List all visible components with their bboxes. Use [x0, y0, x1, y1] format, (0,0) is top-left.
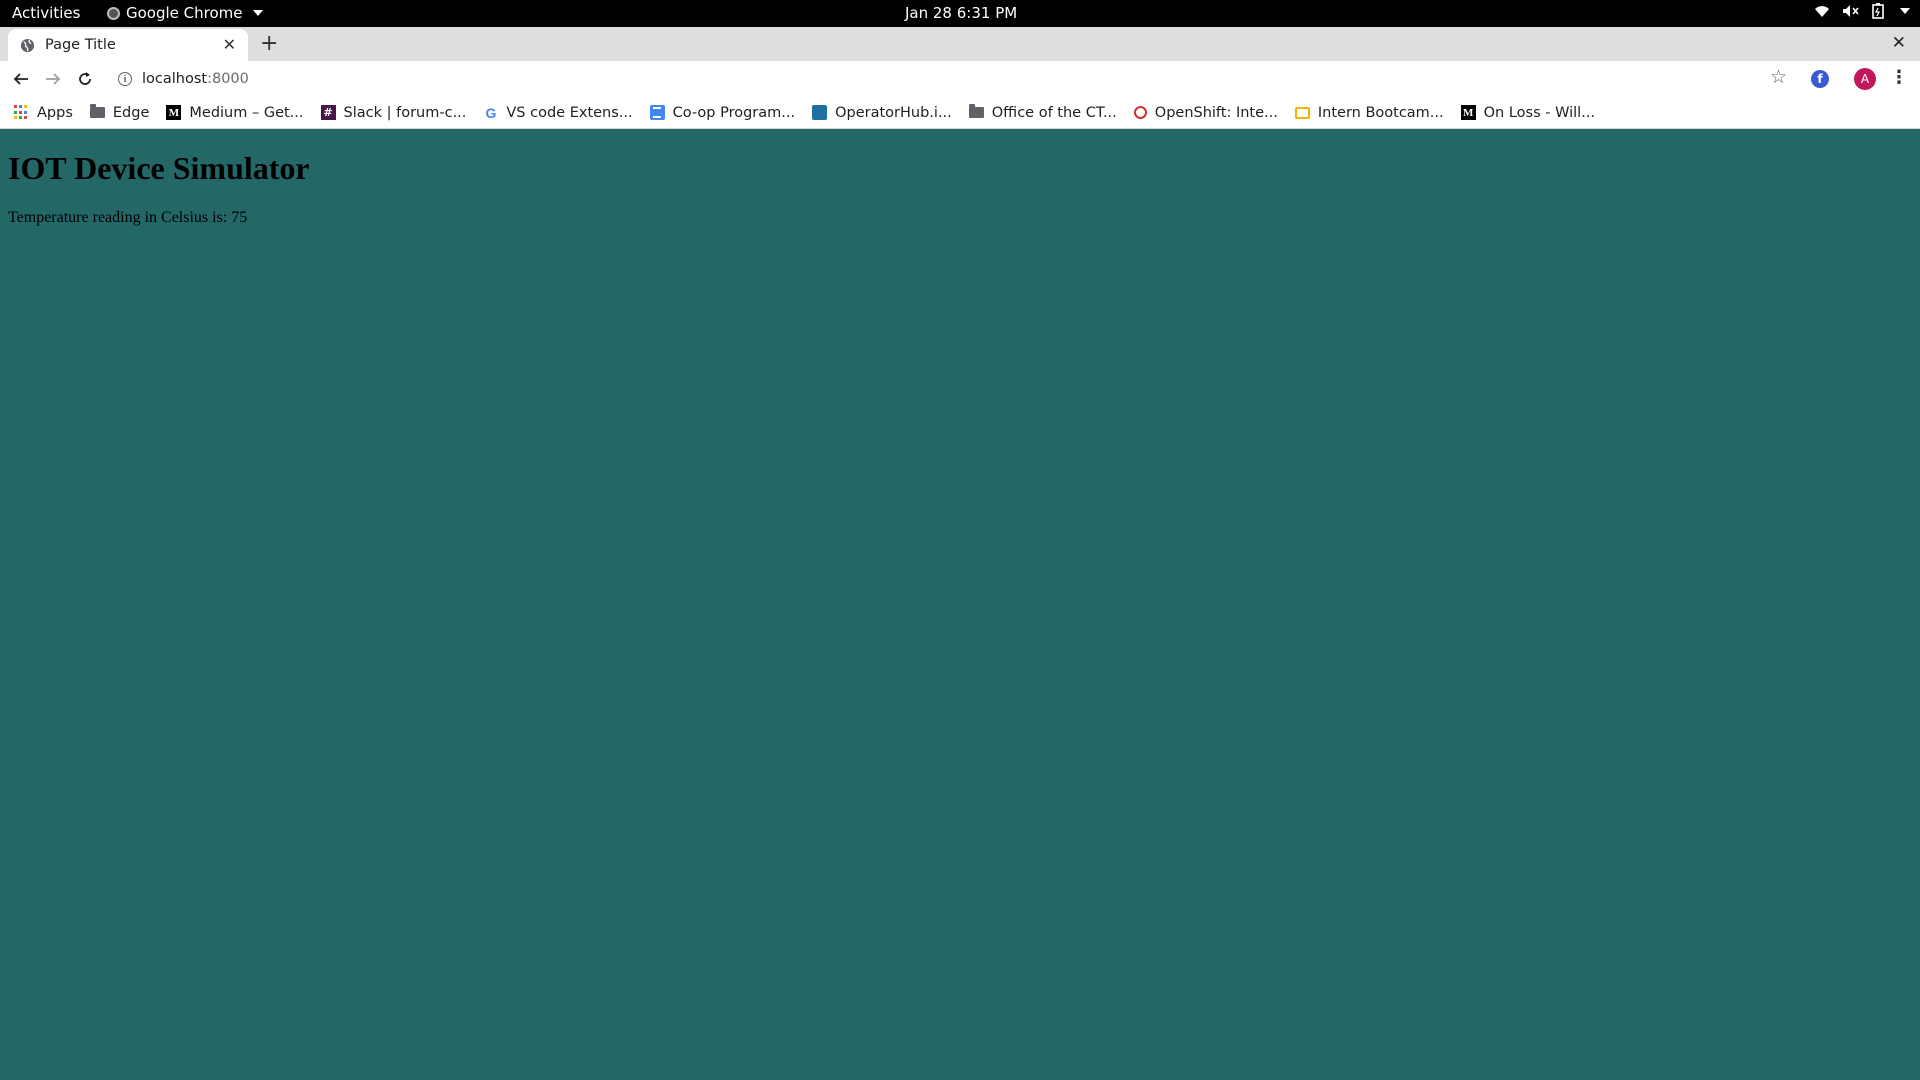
profile-avatar[interactable]: A — [1854, 68, 1876, 90]
system-tray[interactable] — [1814, 3, 1910, 19]
extension-icon[interactable]: f — [1811, 70, 1829, 88]
address-bar[interactable]: i localhost:8000 — [108, 65, 1796, 93]
arrow-left-icon — [13, 73, 28, 85]
back-button[interactable] — [9, 67, 33, 91]
folder-icon — [89, 104, 105, 120]
slack-icon: # — [320, 105, 336, 120]
forward-button[interactable] — [41, 67, 65, 91]
folder-icon — [968, 104, 984, 120]
bookmark-label: Co-op Program... — [672, 104, 796, 121]
wifi-icon — [1815, 6, 1829, 17]
bookmark-label: Apps — [37, 104, 73, 121]
bookmark-coop[interactable]: Co-op Program... — [649, 104, 796, 121]
app-menu-label: Google Chrome — [126, 4, 243, 22]
docs-icon — [649, 105, 665, 120]
bookmark-medium[interactable]: M Medium – Get... — [166, 104, 304, 121]
page-heading: IOT Device Simulator — [8, 150, 310, 186]
system-top-bar: Activities Google Chrome Jan 28 6:31 PM — [0, 0, 1920, 27]
reload-icon — [79, 72, 91, 85]
tab-title: Page Title — [45, 37, 116, 53]
bookmark-folder-edge[interactable]: Edge — [89, 104, 150, 121]
bookmark-label: Medium – Get... — [189, 104, 304, 121]
chevron-down-icon — [252, 10, 263, 16]
slides-icon — [1294, 106, 1310, 119]
app-menu[interactable]: Google Chrome — [107, 4, 263, 22]
temperature-reading: Temperature reading in Celsius is: 75 — [8, 209, 248, 226]
arrow-right-icon — [46, 73, 61, 85]
browser-toolbar: i localhost:8000 ☆ f A ⋮ — [0, 61, 1920, 97]
google-icon: G — [485, 104, 497, 121]
bookmark-label: OperatorHub.i... — [835, 104, 952, 121]
url-host: localhost — [142, 71, 208, 87]
close-window-button[interactable]: ✕ — [1892, 33, 1906, 53]
new-tab-button[interactable]: + — [260, 31, 278, 56]
activities-button[interactable]: Activities — [12, 4, 80, 22]
bookmark-slack[interactable]: # Slack | forum-c... — [320, 104, 467, 121]
bookmark-operatorhub[interactable]: OperatorHub.i... — [812, 105, 952, 121]
bookmark-star-icon[interactable]: ☆ — [1770, 66, 1787, 88]
bookmark-intern-bootcamp[interactable]: Intern Bootcam... — [1294, 104, 1444, 121]
bookmark-label: OpenShift: Inte... — [1154, 104, 1278, 121]
operatorhub-icon — [812, 105, 828, 120]
browser-tab[interactable]: Page Title ✕ — [8, 29, 248, 61]
clock[interactable]: Jan 28 6:31 PM — [905, 4, 1017, 22]
bookmark-vscode[interactable]: G VS code Extens... — [483, 105, 632, 121]
bookmarks-bar: Apps Edge M Medium – Get... # Slack | fo… — [0, 97, 1920, 129]
info-icon[interactable]: i — [118, 72, 132, 86]
bookmark-label: Slack | forum-c... — [343, 104, 467, 121]
more-options-icon[interactable]: ⋮ — [1890, 67, 1908, 88]
medium-icon: M — [1460, 105, 1476, 120]
bookmark-folder-office[interactable]: Office of the CT... — [968, 104, 1117, 121]
battery-icon — [1872, 3, 1884, 19]
tab-strip: Page Title ✕ + ✕ — [0, 27, 1920, 61]
reload-button[interactable] — [73, 67, 97, 91]
bookmark-label: Intern Bootcam... — [1317, 104, 1444, 121]
bookmark-label: VS code Extens... — [506, 104, 633, 121]
bookmark-label: On Loss - Will... — [1483, 104, 1596, 121]
bookmark-label: Office of the CT... — [991, 104, 1117, 121]
page-content: IOT Device Simulator Temperature reading… — [0, 129, 1920, 1080]
bookmark-label: Edge — [112, 104, 150, 121]
bookmark-apps[interactable]: Apps — [14, 105, 73, 121]
medium-icon: M — [166, 105, 182, 120]
redhat-icon — [1133, 106, 1147, 119]
close-tab-icon[interactable]: ✕ — [223, 37, 236, 53]
url-port: :8000 — [207, 71, 249, 87]
apps-grid-icon — [14, 105, 29, 120]
volume-muted-icon — [1843, 5, 1859, 17]
chrome-app-icon — [107, 6, 120, 20]
bookmark-on-loss[interactable]: M On Loss - Will... — [1460, 104, 1596, 121]
bookmark-openshift[interactable]: OpenShift: Inte... — [1133, 104, 1278, 121]
chevron-down-icon — [1900, 8, 1910, 14]
globe-icon — [20, 38, 35, 52]
